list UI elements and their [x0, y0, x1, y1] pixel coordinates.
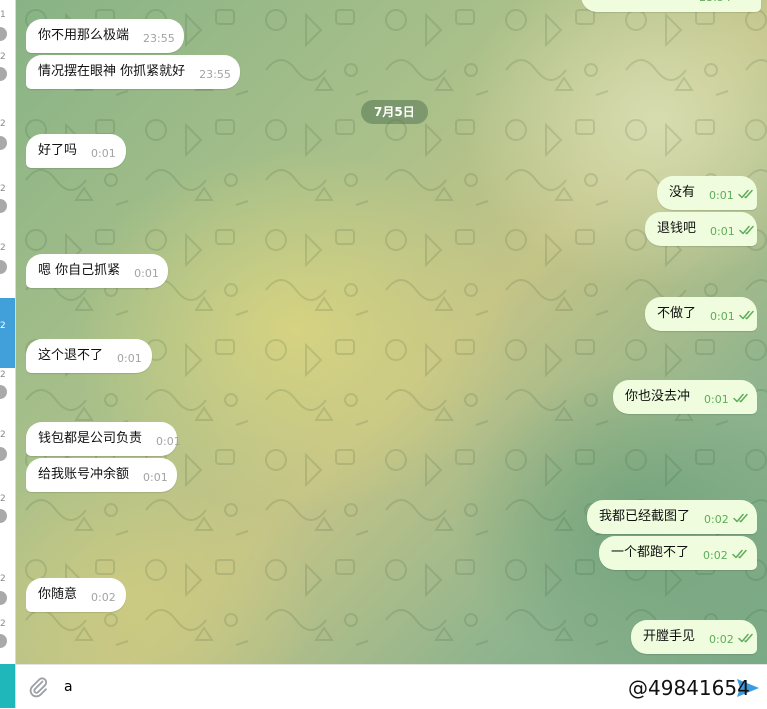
message-text: 不做了	[657, 306, 697, 321]
message-time: 0:01	[710, 225, 735, 238]
double-check-icon	[732, 380, 751, 403]
chat-list-item[interactable]: 2	[0, 370, 15, 412]
message-time: 0:02	[704, 513, 729, 526]
message-time: 0:01	[704, 393, 729, 406]
unread-count: 2	[0, 184, 6, 194]
message-input[interactable]	[64, 675, 604, 699]
unread-count: 2	[0, 619, 6, 629]
watermark-handle: @49841654	[628, 676, 750, 700]
chat-list-item[interactable]: 1	[0, 10, 15, 54]
message-text: 这个退不了	[38, 348, 104, 363]
message-bubble-incoming[interactable]: 好了吗 0:01	[26, 134, 126, 168]
message-text: 情况摆在眼神 你抓紧就好	[38, 64, 186, 79]
message-bubble-incoming[interactable]: 钱包都是公司负责 0:01	[26, 422, 181, 456]
message-text: 开膛手见	[643, 629, 696, 644]
message-bubble-outgoing-partial[interactable]: 23:54	[581, 0, 761, 12]
message-time: 23:54	[699, 0, 731, 15]
message-text: 退钱吧	[657, 221, 697, 236]
date-separator: 7月5日	[361, 100, 428, 124]
message-text: 嗯 你自己抓紧	[38, 263, 121, 278]
message-bubble-incoming[interactable]: 情况摆在眼神 你抓紧就好 23:55	[26, 55, 240, 89]
chat-list-item[interactable]: 2	[0, 52, 15, 94]
avatar	[0, 136, 7, 150]
double-check-icon	[731, 536, 750, 559]
message-bubble-outgoing[interactable]: 不做了 0:01	[645, 297, 757, 331]
double-check-icon	[738, 212, 757, 235]
avatar	[0, 199, 7, 213]
chat-list-sidebar[interactable]: 2 1 2 2 2 2 2 2 2 2 2	[0, 0, 16, 708]
chat-area[interactable]: 23:54 7月5日 你不用那么极端 23:55 情况摆在眼神 你抓紧就好 23:55…	[16, 0, 767, 664]
message-text: 好了吗	[38, 143, 78, 158]
avatar	[0, 385, 7, 399]
message-time: 0:01	[709, 189, 734, 202]
message-bubble-outgoing[interactable]: 我都已经截图了 0:02	[587, 500, 757, 534]
unread-count: 2	[0, 494, 6, 504]
chat-list-item[interactable]: 2	[0, 184, 15, 226]
message-time: 0:01	[117, 352, 142, 365]
chat-list-item[interactable]: 2	[0, 494, 15, 536]
paperclip-icon[interactable]	[26, 675, 50, 699]
message-text: 你不用那么极端	[38, 28, 130, 43]
avatar	[0, 634, 7, 648]
unread-count: 2	[0, 430, 6, 440]
message-time: 0:02	[91, 591, 116, 604]
message-time: 0:01	[143, 471, 168, 484]
message-text: 我都已经截图了	[599, 509, 691, 524]
avatar	[0, 27, 7, 41]
message-time: 23:55	[143, 32, 175, 45]
message-text: 给我账号冲余额	[38, 467, 130, 482]
avatar	[0, 260, 7, 274]
double-check-icon	[732, 500, 751, 523]
avatar	[0, 67, 7, 81]
unread-count: 2	[0, 52, 6, 62]
unread-count: 2	[0, 119, 6, 129]
message-time: 0:02	[709, 633, 734, 646]
double-check-icon	[737, 176, 756, 199]
message-bubble-incoming[interactable]: 这个退不了 0:01	[26, 339, 152, 373]
unread-count: 2	[0, 321, 6, 331]
chat-list-item[interactable]: 2	[0, 574, 15, 618]
double-check-icon	[738, 297, 757, 320]
message-time: 0:02	[703, 549, 728, 562]
message-text: 你随意	[38, 587, 78, 602]
message-text: 一个都跑不了	[611, 545, 690, 560]
message-bubble-incoming[interactable]: 嗯 你自己抓紧 0:01	[26, 254, 168, 288]
avatar	[0, 447, 7, 461]
unread-count: 1	[0, 10, 6, 20]
message-time: 0:01	[156, 435, 181, 448]
message-time: 23:55	[199, 68, 231, 81]
unread-count: 2	[0, 243, 6, 253]
avatar	[0, 509, 7, 523]
unread-count: 2	[0, 574, 6, 584]
message-time: 0:01	[710, 310, 735, 323]
message-bubble-incoming[interactable]: 你不用那么极端 23:55	[26, 19, 184, 53]
message-text: 你也没去冲	[625, 389, 691, 404]
message-bubble-outgoing[interactable]: 没有 0:01	[657, 176, 757, 210]
message-text: 钱包都是公司负责	[38, 431, 143, 446]
message-bubble-outgoing[interactable]: 你也没去冲 0:01	[613, 380, 757, 414]
chat-list-item[interactable]: 2	[0, 619, 15, 661]
message-time: 0:01	[134, 267, 159, 280]
chat-list-item[interactable]: 2	[0, 430, 15, 474]
chat-list-item[interactable]: 2	[0, 119, 15, 163]
unread-count: 2	[0, 370, 6, 380]
chat-list-item[interactable]: 2	[0, 243, 15, 287]
message-bubble-incoming[interactable]: 你随意 0:02	[26, 578, 126, 612]
double-check-icon	[737, 620, 756, 643]
message-bubble-outgoing[interactable]: 开膛手见 0:02	[631, 620, 757, 654]
message-text: 没有	[669, 185, 696, 200]
message-time: 0:01	[91, 147, 116, 160]
message-bubble-incoming[interactable]: 给我账号冲余额 0:01	[26, 458, 177, 492]
chat-list-item-bottom[interactable]	[0, 664, 15, 708]
message-bubble-outgoing[interactable]: 一个都跑不了 0:02	[599, 536, 757, 570]
message-bubble-outgoing[interactable]: 退钱吧 0:01	[645, 212, 757, 246]
chat-list-item-active[interactable]: 2	[0, 298, 15, 368]
avatar	[0, 591, 7, 605]
